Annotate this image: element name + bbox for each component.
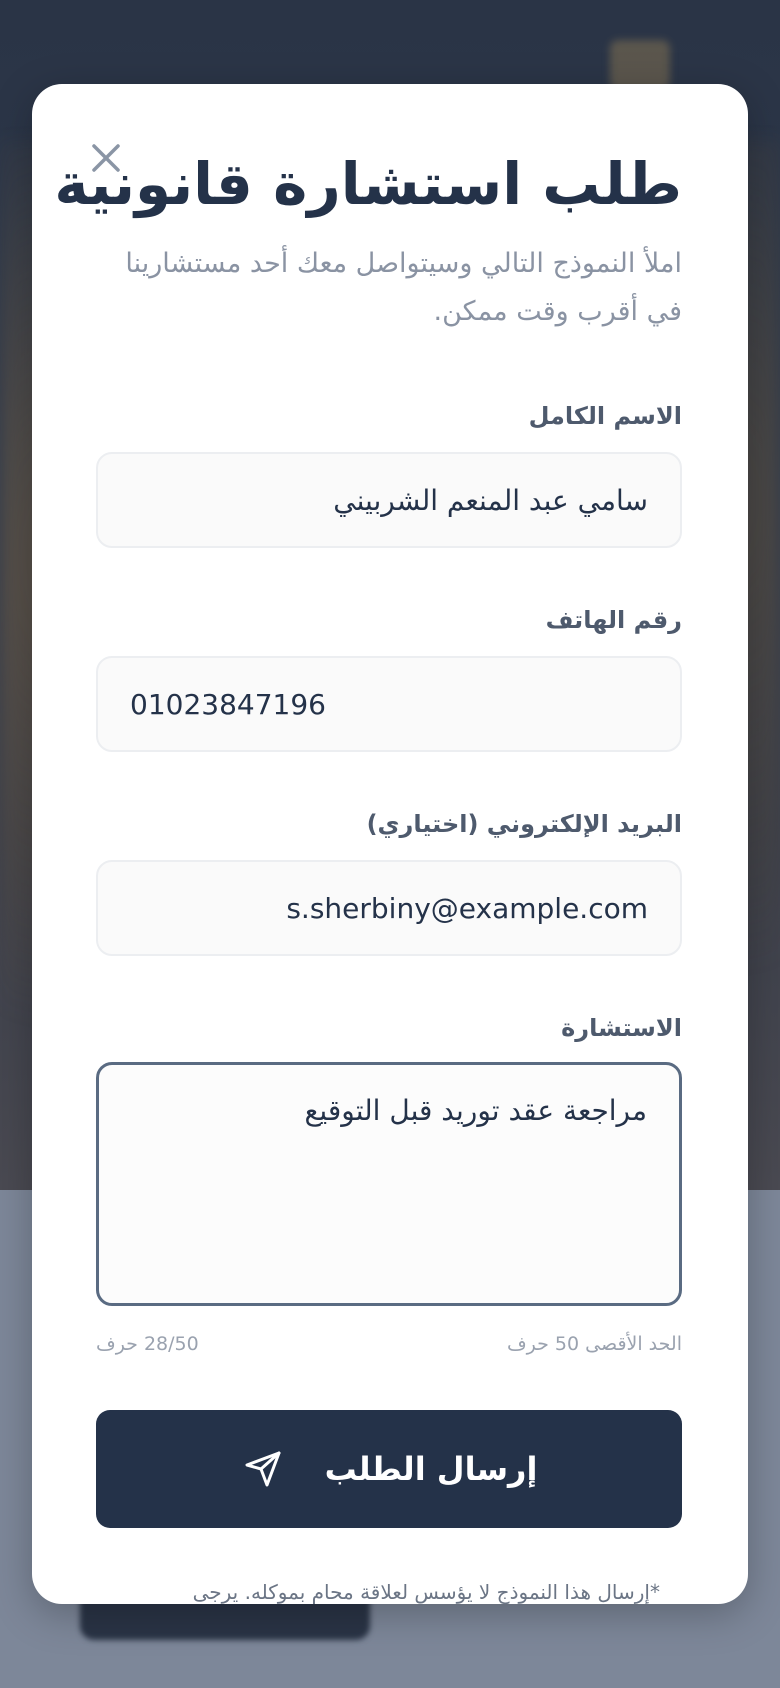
phone-field[interactable]	[96, 656, 682, 752]
consultation-label: الاستشارة	[561, 1014, 682, 1042]
modal-title: طلب استشارة قانونية	[54, 150, 682, 218]
send-icon	[241, 1447, 285, 1491]
max-length-hint: الحد الأقصى 50 حرف	[506, 1333, 682, 1355]
email-label: البريد الإلكتروني (اختياري)	[366, 810, 682, 838]
disclaimer-text: *إرسال هذا النموذج لا يؤسس لعلاقة محام ب…	[192, 1580, 660, 1604]
modal-subtitle: املأ النموذج التالي وسيتواصل معك أحد مست…	[125, 248, 682, 327]
submit-button-label: إرسال الطلب	[324, 1450, 538, 1488]
consultation-textarea[interactable]: مراجعة عقد توريد قبل التوقيع	[99, 1065, 679, 1303]
consultation-field[interactable]: مراجعة عقد توريد قبل التوقيع	[96, 1062, 682, 1306]
email-field[interactable]	[96, 860, 682, 956]
character-counter: 28/50 حرف	[96, 1333, 199, 1355]
name-field[interactable]	[96, 452, 682, 548]
name-label: الاسم الكامل	[528, 402, 682, 430]
email-input[interactable]	[98, 862, 680, 954]
background-logo	[610, 40, 670, 90]
name-input[interactable]	[98, 454, 680, 546]
submit-button[interactable]: إرسال الطلب	[96, 1410, 682, 1528]
consultation-modal: طلب استشارة قانونية املأ النموذج التالي …	[32, 84, 748, 1604]
phone-label: رقم الهاتف	[545, 606, 682, 634]
phone-input[interactable]	[98, 658, 680, 750]
